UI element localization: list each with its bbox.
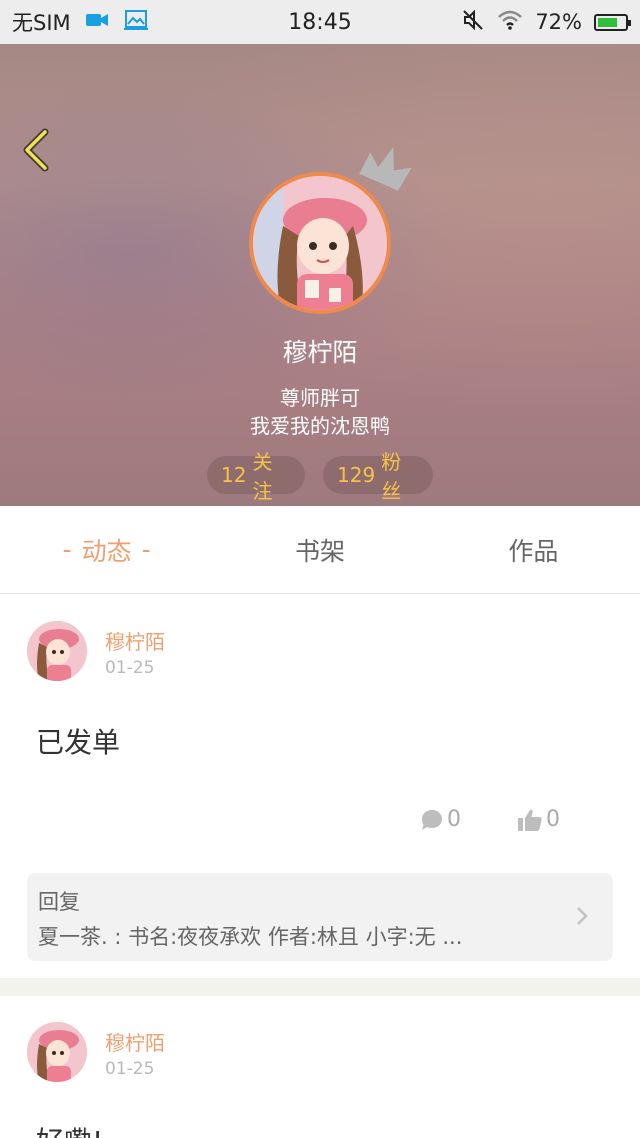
tab-activity[interactable]: - 动态 -	[0, 506, 213, 593]
fans-count: 129	[337, 463, 376, 487]
post-separator	[0, 978, 640, 996]
reply-text: 夏一茶. : 书名:夜夜承欢 作者:林且 小字:无 ...	[38, 925, 463, 949]
post-avatar[interactable]	[27, 621, 87, 681]
feed-post: 穆柠陌 01-25 已发单 0 0 回复 夏一茶. : 书名:夜夜承欢 作者:林…	[0, 595, 640, 978]
reply-preview[interactable]: 回复 夏一茶. : 书名:夜夜承欢 作者:林且 小字:无 ...	[27, 873, 613, 961]
like-button[interactable]: 0	[517, 807, 560, 832]
comment-icon	[422, 809, 442, 830]
back-arrow-icon	[23, 128, 49, 172]
mute-icon	[461, 8, 485, 37]
post-text: 已发单	[36, 726, 121, 759]
status-left: 无SIM	[12, 7, 149, 37]
tab-dash-right: -	[141, 535, 151, 564]
fans-label: 粉丝	[381, 450, 402, 503]
battery-icon	[594, 13, 631, 31]
following-label: 关注	[252, 450, 273, 503]
tab-bookshelf[interactable]: 书架	[213, 506, 426, 593]
tab-bookshelf-label: 书架	[294, 536, 345, 566]
post-text: 好嘞!	[36, 1120, 103, 1138]
back-button[interactable]	[16, 128, 56, 172]
tab-works-label: 作品	[508, 536, 559, 566]
post-avatar[interactable]	[27, 1022, 87, 1082]
reply-label: 回复	[38, 890, 80, 914]
tab-dash-left: -	[62, 535, 72, 564]
post-date: 01-25	[105, 658, 155, 678]
battery-percent: 72%	[535, 10, 582, 34]
fans-button[interactable]: 129 粉丝	[323, 450, 433, 503]
profile-avatar-wrap	[249, 146, 412, 314]
video-icon	[85, 10, 109, 34]
bio-line-2: 我爱我的沈恩鸭	[250, 414, 390, 438]
comment-count: 0	[447, 807, 461, 832]
post-date: 01-25	[105, 1059, 155, 1079]
post-username[interactable]: 穆柠陌	[105, 626, 165, 655]
profile-tabs: - 动态 - 书架 作品	[0, 506, 640, 594]
tab-works[interactable]: 作品	[427, 506, 640, 593]
crown-icon	[359, 146, 412, 191]
status-bar: 无SIM 18:45 72%	[0, 0, 640, 44]
tab-activity-label: 动态	[81, 536, 132, 566]
status-right: 72%	[461, 8, 631, 37]
following-button[interactable]: 12 关注	[207, 450, 305, 503]
bio-line-1: 尊师胖可	[280, 386, 360, 410]
post-avatar-illustration	[27, 1022, 87, 1082]
profile-name: 穆柠陌	[282, 338, 358, 367]
avatar-illustration	[253, 176, 387, 310]
post-actions: 0 0	[420, 807, 560, 832]
feed-post: 穆柠陌 01-25 好嘞!	[0, 996, 640, 1138]
profile-header: 穆柠陌 尊师胖可 我爱我的沈恩鸭 12 关注 129 粉丝	[0, 44, 640, 506]
profile-bio: 尊师胖可 我爱我的沈恩鸭	[0, 384, 640, 440]
post-username[interactable]: 穆柠陌	[105, 1027, 165, 1056]
like-count: 0	[546, 807, 560, 832]
stats-pills: 12 关注 129 粉丝	[0, 450, 640, 503]
thumbs-up-icon	[518, 809, 542, 831]
following-count: 12	[221, 463, 247, 487]
chevron-right-icon	[577, 907, 588, 925]
comment-button[interactable]: 0	[420, 807, 461, 832]
image-icon	[123, 9, 149, 36]
post-avatar-illustration	[27, 621, 87, 681]
battery-fill	[598, 17, 617, 27]
wifi-icon	[497, 9, 523, 36]
carrier-label: 无SIM	[12, 11, 71, 35]
